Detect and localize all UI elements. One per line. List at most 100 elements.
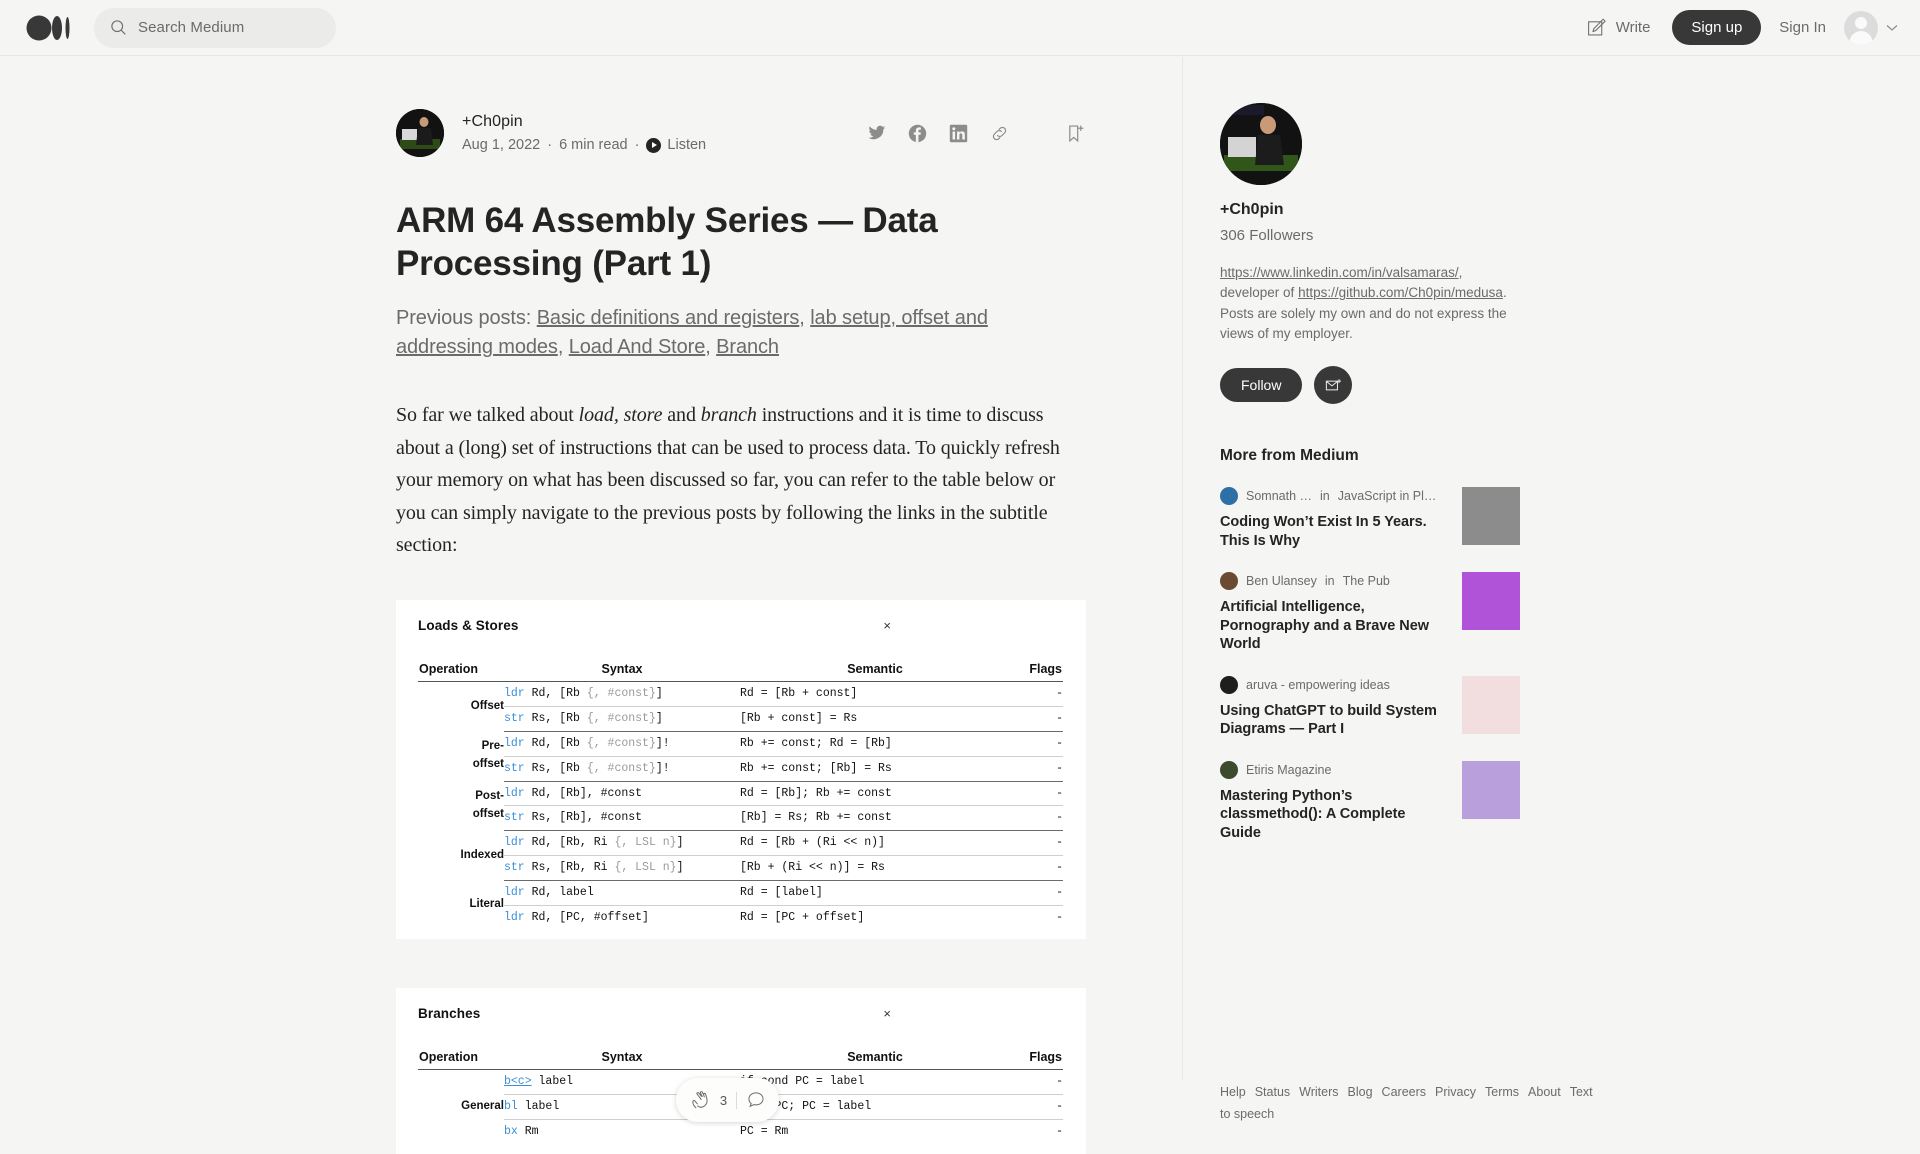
signup-button[interactable]: Sign up xyxy=(1672,10,1762,45)
flags-cell: - xyxy=(1056,910,1063,924)
syntax-cell: str Rs, [Rb], #const xyxy=(504,805,740,832)
byline-sub: Aug 1, 2022 · 6 min read · Listen xyxy=(462,137,706,153)
previous-post-link-3[interactable]: Load And Store xyxy=(569,336,706,358)
publish-date: Aug 1, 2022 xyxy=(462,137,541,153)
semantic-cell: Rb += const; [Rb] = Rs xyxy=(740,756,1010,782)
recommendation-publication[interactable]: JavaScript in Plai… xyxy=(1338,489,1442,503)
recommendation-card[interactable]: Etiris Magazine Mastering Python’s classm… xyxy=(1220,760,1520,843)
recommendation-card[interactable]: Somnath … in JavaScript in Plai… Coding Won… xyxy=(1220,487,1520,550)
semantic-cell: Rd = [label] xyxy=(740,880,1010,906)
search-placeholder: Search Medium xyxy=(138,19,245,36)
twitter-share-icon[interactable] xyxy=(867,124,886,143)
syntax-cell: str Rs, [Rb, Ri {, LSL n}] xyxy=(504,855,740,881)
footer-link[interactable]: Help xyxy=(1220,1085,1246,1099)
mail-plus-icon xyxy=(1325,378,1341,390)
recommendation-text: Ben Ulansey in The Pub Artificial Intellige… xyxy=(1220,572,1448,654)
emphasis-branch: branch xyxy=(700,404,757,427)
recommendation-card[interactable]: aruva - empowering ideas Using ChatGPT to… xyxy=(1220,675,1520,739)
facebook-share-icon[interactable] xyxy=(908,124,927,143)
author-bio: https://www.linkedin.com/in/valsamaras/,… xyxy=(1220,263,1520,344)
footer-link[interactable]: Privacy xyxy=(1435,1085,1476,1099)
byline-meta: +Ch0pin Aug 1, 2022 · 6 min read · Liste… xyxy=(462,113,706,153)
signin-button[interactable]: Sign In xyxy=(1761,19,1844,36)
read-time: 6 min read xyxy=(559,137,628,153)
footer-link[interactable]: Terms xyxy=(1485,1085,1519,1099)
recommendation-text: Etiris Magazine Mastering Python’s classm… xyxy=(1220,760,1448,843)
more-from-medium-heading: More from Medium xyxy=(1220,447,1359,464)
previous-post-link-1[interactable]: Basic definitions and registers xyxy=(537,307,800,329)
article-byline: +Ch0pin Aug 1, 2022 · 6 min read · Liste… xyxy=(396,109,1086,157)
syntax-cell: str Rs, [Rb {, #const}] xyxy=(504,706,740,732)
table-row: str Rs, [Rb], #const [Rb] = Rs; Rb += con… xyxy=(418,805,1063,832)
listen-button[interactable]: Listen xyxy=(646,137,706,153)
operation-cell: Indexed xyxy=(460,848,504,861)
play-icon xyxy=(646,137,662,153)
recommendation-title[interactable]: Artificial Intelligence, Pornography and… xyxy=(1220,598,1448,654)
copy-link-icon[interactable] xyxy=(990,124,1009,143)
previous-post-link-4[interactable]: Branch xyxy=(716,336,779,358)
semantic-cell: Rd = [Rb + const] xyxy=(740,681,1010,708)
bookmark-add-icon[interactable] xyxy=(1065,123,1086,144)
linkedin-bio-link[interactable]: https://www.linkedin.com/in/valsamaras/ xyxy=(1220,265,1459,280)
operation-cell: Offset xyxy=(470,699,504,712)
subscribe-button[interactable] xyxy=(1314,366,1353,404)
recommendation-text: aruva - empowering ideas Using ChatGPT to… xyxy=(1220,675,1448,739)
footer-link[interactable]: Careers xyxy=(1382,1085,1426,1099)
semantic-cell: Rb += const; Rd = [Rb] xyxy=(740,731,1010,757)
author-avatar[interactable] xyxy=(396,109,444,157)
close-icon[interactable]: × xyxy=(883,1006,891,1021)
follow-button[interactable]: Follow xyxy=(1220,368,1303,402)
column-operation: Operation xyxy=(418,661,504,683)
recommendation-title[interactable]: Using ChatGPT to build System Diagrams —… xyxy=(1220,702,1448,739)
flags-cell: - xyxy=(1010,706,1063,732)
author-name[interactable]: +Ch0pin xyxy=(462,113,706,131)
flags-cell: - xyxy=(1010,781,1063,807)
semantic-cell: Rd = [Rb]; Rb += const xyxy=(740,781,1010,807)
article-paragraph: So far we talked about load, store and b… xyxy=(396,399,1086,561)
optional-syntax: {, #const} xyxy=(586,761,656,775)
footer-link[interactable]: Status xyxy=(1255,1085,1290,1099)
operation-cell: Pre- offset xyxy=(472,740,504,771)
mnemonic: str xyxy=(504,712,525,726)
semantic-cell: [Rb] = Rs; Rb += const xyxy=(740,805,1010,832)
medium-logo[interactable] xyxy=(26,15,70,41)
github-bio-link[interactable]: https://github.com/Ch0pin/medusa xyxy=(1298,285,1503,300)
recommendation-author: aruva - empowering ideas xyxy=(1246,677,1390,692)
column-semantic: Semantic xyxy=(740,1049,1010,1071)
recommendation-publication[interactable]: The Pub xyxy=(1343,574,1390,588)
mnemonic: str xyxy=(504,861,525,875)
table-body: Offset ldr Rd, [Rb {, #const}] Rd = [Rb + … xyxy=(418,681,1063,930)
recommendation-text: Somnath … in JavaScript in Plai… Coding Won… xyxy=(1220,487,1448,550)
sidebar-author-name[interactable]: +Ch0pin xyxy=(1220,201,1520,219)
recommendation-card[interactable]: Ben Ulansey in The Pub Artificial Intellige… xyxy=(1220,572,1520,654)
column-flags: Flags xyxy=(1010,1049,1063,1071)
table-row: Post- offset ldr Rd, [Rb], #const Rd = [Rb… xyxy=(418,781,1063,820)
write-button[interactable]: Write xyxy=(1572,17,1665,38)
footer-links: Help Status Writers Blog Careers Privacy Terms… xyxy=(1220,1082,1593,1126)
flags-cell: - xyxy=(1010,681,1063,708)
syntax-cell: str Rs, [Rb {, #const}]! xyxy=(504,756,740,782)
recommendation-title[interactable]: Mastering Python’s classmethod(): A Comp… xyxy=(1220,787,1448,843)
syntax-cell: ldr Rd, [Rb, Ri {, LSL n}] xyxy=(504,830,740,857)
column-syntax: Syntax xyxy=(504,661,740,683)
clap-icon[interactable] xyxy=(689,1089,711,1111)
close-icon[interactable]: × xyxy=(883,618,891,633)
footer-link[interactable]: Writers xyxy=(1299,1085,1338,1099)
in-word: in xyxy=(1324,574,1335,589)
linkedin-share-icon[interactable] xyxy=(949,124,968,143)
recommendation-author-avatar xyxy=(1220,487,1238,505)
optional-syntax: {, LSL n} xyxy=(614,836,677,850)
recommendation-author: Etiris Magazine xyxy=(1246,762,1332,777)
sidebar-author-avatar[interactable] xyxy=(1220,103,1302,185)
flags-cell: - xyxy=(1056,1125,1063,1139)
mnemonic: ldr xyxy=(504,687,525,701)
account-menu[interactable] xyxy=(1844,10,1898,45)
footer-link[interactable]: About xyxy=(1528,1085,1561,1099)
recommendation-byline: Etiris Magazine xyxy=(1220,760,1448,779)
comment-icon[interactable] xyxy=(746,1090,766,1110)
clap-count: 3 xyxy=(719,1092,728,1108)
recommendation-title[interactable]: Coding Won’t Exist In 5 Years. This Is W… xyxy=(1220,513,1448,550)
footer-link[interactable]: Blog xyxy=(1348,1085,1373,1099)
recommendation-thumbnail xyxy=(1462,760,1520,819)
search-input[interactable]: Search Medium xyxy=(94,7,336,48)
